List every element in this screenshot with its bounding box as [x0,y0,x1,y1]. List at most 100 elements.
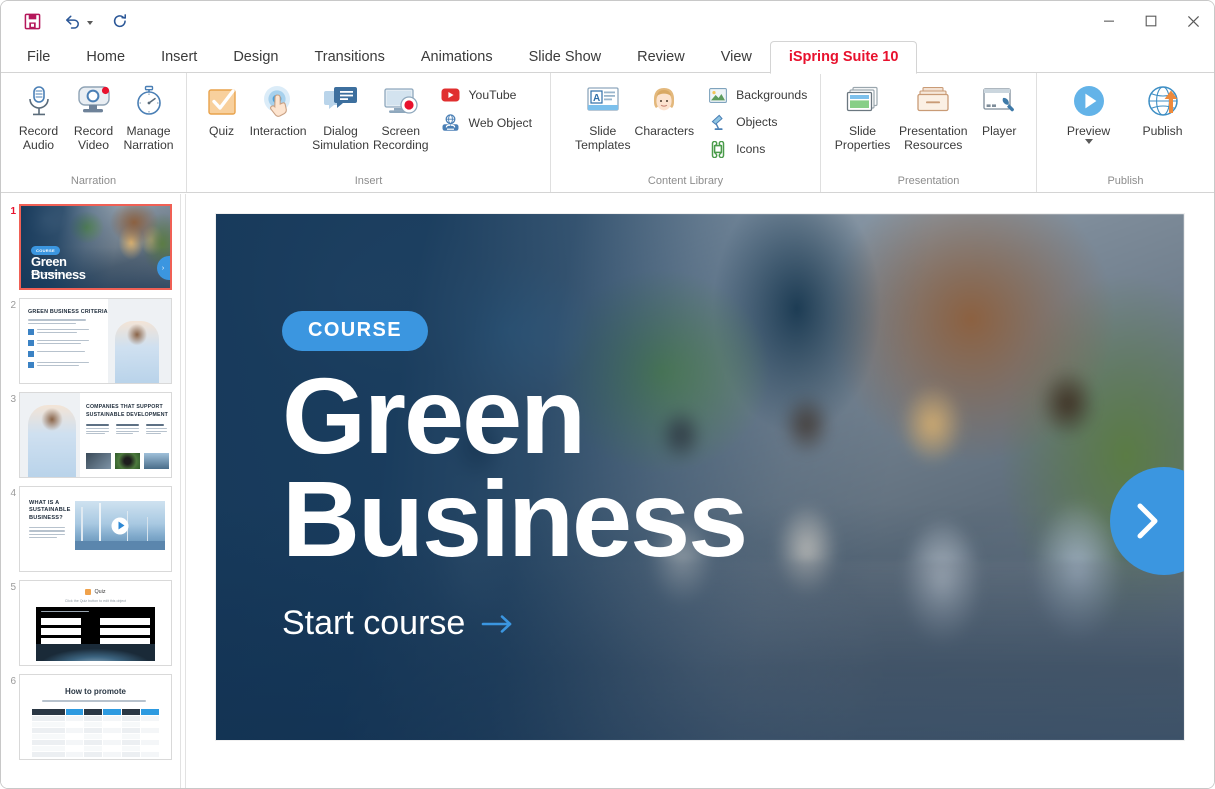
desk-lamp-icon [709,114,727,131]
slide-thumbnail-1-preview: COURSE Green Business Start course → › [19,204,172,290]
folder-icon [916,86,950,116]
publish-label: Publish [1143,124,1183,138]
manage-narration-label: Manage Narration [123,124,173,152]
microphone-icon [24,85,54,117]
slide-title-line1: Green [282,365,1184,468]
slide-number-2: 2 [5,298,19,311]
slide-templates-button[interactable]: A Slide Templates [573,79,633,152]
slide-thumbnail-6[interactable]: 6 How to promote [1,670,180,764]
save-button[interactable] [19,8,45,34]
quiz-button[interactable]: Quiz [197,79,246,138]
icons-button[interactable]: Icons [704,137,815,161]
arrow-right-icon [481,611,515,637]
objects-button[interactable]: Objects [704,110,815,134]
publish-button[interactable]: Publish [1130,79,1196,138]
slide-number-1: 1 [5,204,19,217]
stopwatch-icon [134,85,164,117]
backgrounds-label: Backgrounds [736,88,807,102]
undo-dropdown-caret[interactable] [87,21,93,25]
ribbon-group-content-library: A Slide Templates [550,73,820,192]
redo-button[interactable] [107,8,133,34]
content-library-small-buttons: Backgrounds Objects [704,79,815,161]
tab-transitions[interactable]: Transitions [296,41,402,73]
preview-label: Preview [1067,124,1110,138]
web-object-icon [441,114,460,132]
thumb5-subheading: Click the Quiz button to edit this objec… [20,599,171,603]
screen-recording-label: Screen Recording [373,124,429,152]
slide-templates-label: Slide Templates [575,124,631,152]
characters-label: Characters [635,124,695,138]
screen-recording-button[interactable]: Screen Recording [371,79,431,152]
characters-button[interactable]: Characters [633,79,697,138]
redo-icon [111,12,129,30]
minimize-icon [1103,15,1115,27]
record-video-label: Record Video [74,124,113,152]
slide-thumbnail-5[interactable]: 5 Quiz Click the Quiz button to edit thi… [1,576,180,670]
tab-file[interactable]: File [9,41,68,73]
play-circle-icon [1070,82,1108,120]
character-avatar-icon [648,85,680,117]
interaction-button[interactable]: Interaction [246,79,310,138]
tab-view[interactable]: View [703,41,770,73]
preview-dropdown-caret[interactable] [1085,139,1093,144]
thumb2-heading: GREEN BUSINESS CRITERIA [28,309,108,315]
speech-bubble-icon [324,85,358,117]
presentation-resources-button[interactable]: Presentation Resources [894,79,972,152]
tap-hand-icon [261,85,295,117]
ispring-suite-window: File Home Insert Design Transitions Anim… [0,0,1215,789]
presentation-resources-label: Presentation Resources [899,124,967,152]
tab-design[interactable]: Design [215,41,296,73]
youtube-label: YouTube [469,88,517,102]
slide-number-6: 6 [5,674,19,687]
tab-animations[interactable]: Animations [403,41,511,73]
slide-thumbnail-4[interactable]: 4 WHAT IS A SUSTAINABLE BUSINESS? [1,482,180,576]
svg-text:A: A [593,93,600,104]
tab-home[interactable]: Home [68,41,143,73]
slide-thumbnail-1[interactable]: 1 COURSE Green Business Start course → › [1,200,180,294]
backgrounds-button[interactable]: Backgrounds [704,83,815,107]
thumb5-heading: Quiz [94,589,105,595]
slide-title: Green Business [282,365,1184,570]
tab-slide-show[interactable]: Slide Show [511,41,620,73]
slide-thumbnail-2[interactable]: 2 GREEN BUSINESS CRITERIA [1,294,180,388]
workspace: 1 COURSE Green Business Start course → › [1,194,1214,788]
tab-insert[interactable]: Insert [143,41,215,73]
thumb6-heading: How to promote [20,687,171,696]
close-icon [1187,15,1200,28]
youtube-icon [441,88,460,102]
record-video-button[interactable]: Record Video [66,79,121,152]
course-badge: COURSE [282,311,428,351]
slide-number-3: 3 [5,392,19,405]
ribbon-group-presentation: Slide Properties Presentation Resources [820,73,1036,192]
dialog-simulation-button[interactable]: Dialog Simulation [310,79,371,152]
preview-button[interactable]: Preview [1056,79,1122,144]
record-audio-button[interactable]: Record Audio [11,79,66,152]
ribbon-group-insert: Quiz Interaction [186,73,550,192]
start-course-row[interactable]: Start course [282,604,1184,643]
title-bar [1,1,1214,41]
thumb5-quiz-icon [85,589,91,595]
ribbon-group-narration: Record Audio Record Video [1,73,186,192]
slide-thumbnail-3[interactable]: 3 COMPANIES THAT SUPPORT SUSTAINABLE DEV… [1,388,180,482]
tab-review[interactable]: Review [619,41,703,73]
slide-number-4: 4 [5,486,19,499]
slide-thumbnail-pane[interactable]: 1 COURSE Green Business Start course → › [1,194,181,788]
maximize-button[interactable] [1130,1,1172,41]
minimize-button[interactable] [1088,1,1130,41]
group-label-insert: Insert [187,175,550,192]
slide-editor-stage[interactable]: COURSE Green Business Start course [186,194,1214,788]
slide-properties-button[interactable]: Slide Properties [831,79,894,152]
undo-button[interactable] [59,8,93,34]
current-slide[interactable]: COURSE Green Business Start course [216,214,1184,740]
slide-title-line2: Business [282,468,1184,571]
tab-ispring-suite-10[interactable]: iSpring Suite 10 [770,41,918,74]
thumb3-heading-line2: SUSTAINABLE DEVELOPMENT [86,412,168,418]
manage-narration-button[interactable]: Manage Narration [121,79,176,152]
youtube-button[interactable]: YouTube [437,83,540,107]
player-button[interactable]: Player [972,79,1026,138]
save-icon [24,13,41,30]
web-object-button[interactable]: Web Object [437,111,540,135]
close-button[interactable] [1172,1,1214,41]
player-label: Player [982,124,1017,138]
slide-properties-label: Slide Properties [835,124,891,152]
